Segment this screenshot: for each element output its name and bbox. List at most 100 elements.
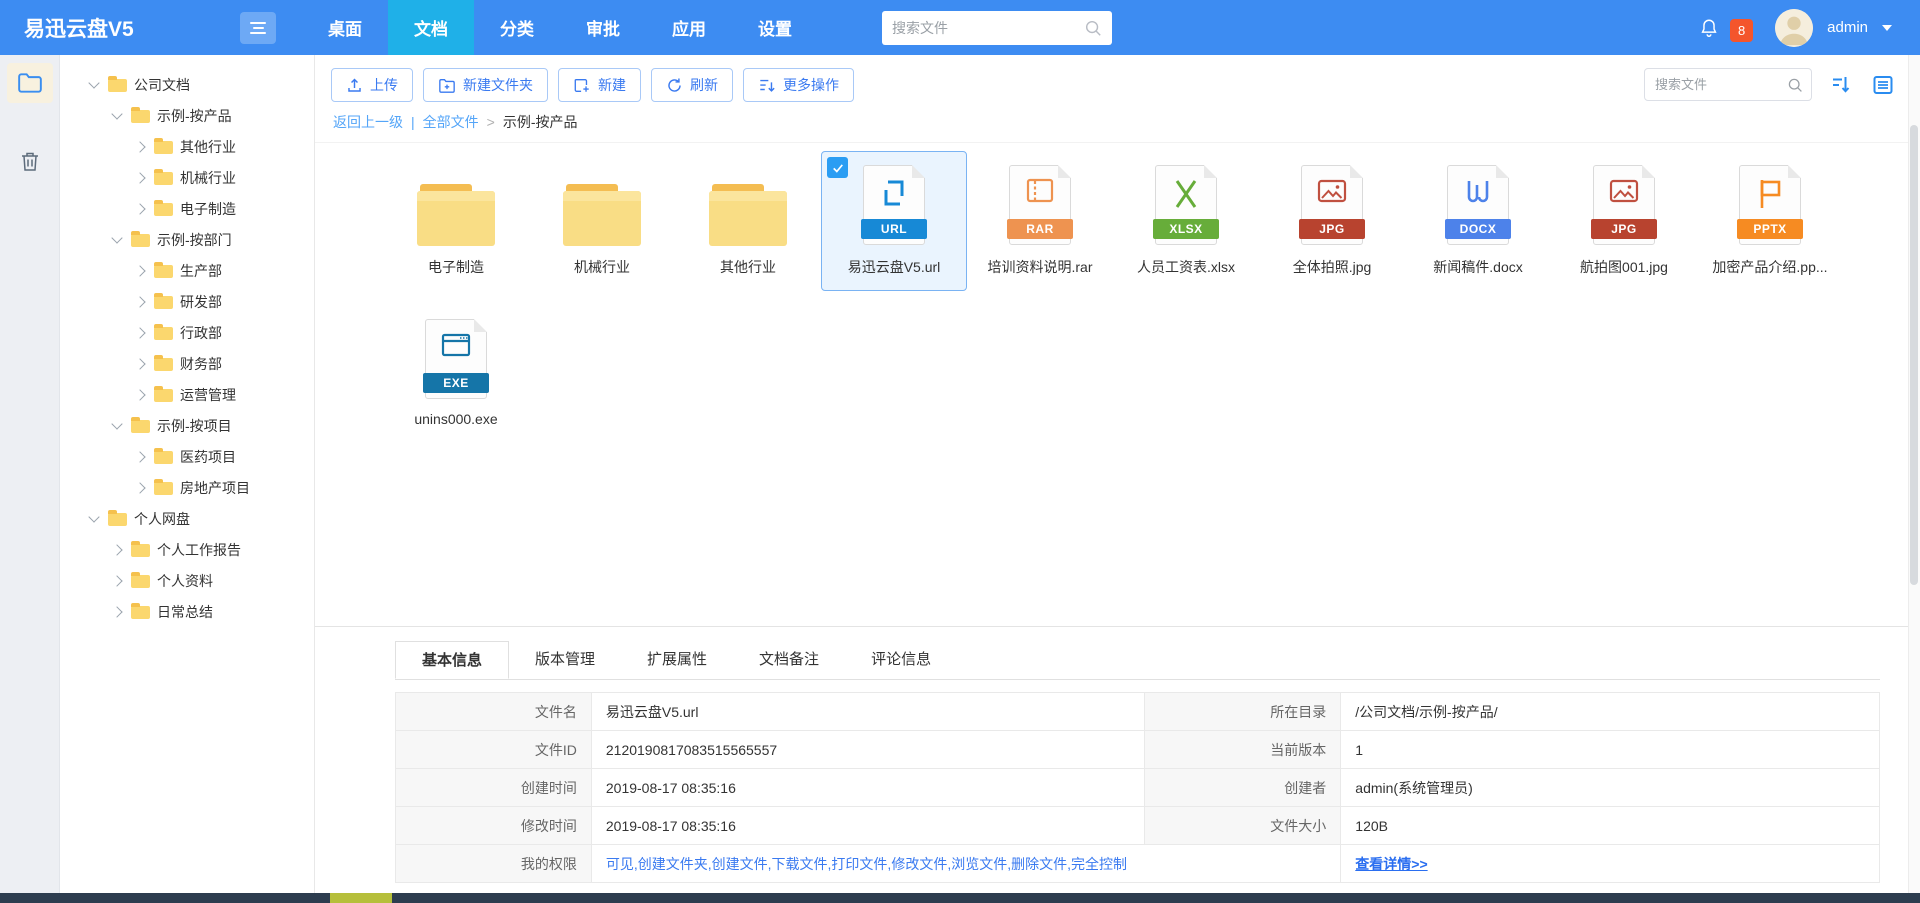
menu-toggle-button[interactable]: [240, 12, 276, 44]
chevron-right-icon[interactable]: [134, 203, 145, 214]
chevron-right-icon[interactable]: [111, 575, 122, 586]
tree-item[interactable]: 公司文档: [60, 69, 314, 100]
file-item-folder[interactable]: 电子制造: [383, 151, 529, 291]
tree-item[interactable]: 日常总结: [60, 596, 314, 627]
rail-documents-item[interactable]: [7, 63, 53, 103]
more-actions-button[interactable]: 更多操作: [743, 68, 854, 102]
chevron-down-icon[interactable]: [111, 418, 122, 429]
file-item[interactable]: JPG 全体拍照.jpg: [1259, 151, 1405, 291]
file-item-folder[interactable]: 机械行业: [529, 151, 675, 291]
file-item[interactable]: EXE unins000.exe: [383, 305, 529, 445]
tree-item[interactable]: 个人资料: [60, 565, 314, 596]
refresh-button[interactable]: 刷新: [651, 68, 733, 102]
chevron-right-icon[interactable]: [134, 358, 145, 369]
image-symbol: [1314, 176, 1350, 206]
chevron-right-icon[interactable]: [134, 482, 145, 493]
file-item[interactable]: XLSX 人员工资表.xlsx: [1113, 151, 1259, 291]
tree-item[interactable]: 个人工作报告: [60, 534, 314, 565]
tree-item[interactable]: 示例-按产品: [60, 100, 314, 131]
folder-icon: [154, 451, 173, 464]
tab-version-management[interactable]: 版本管理: [509, 641, 621, 679]
detail-tabs: 基本信息 版本管理 扩展属性 文档备注 评论信息: [395, 641, 1880, 680]
search-icon[interactable]: [1787, 77, 1803, 93]
bell-icon: [1698, 17, 1720, 39]
nav-settings[interactable]: 设置: [732, 0, 818, 55]
chevron-right-icon[interactable]: [134, 327, 145, 338]
file-item-folder[interactable]: 其他行业: [675, 151, 821, 291]
file-item-selected[interactable]: URL 易迅云盘V5.url: [821, 151, 967, 291]
nav-desktop[interactable]: 桌面: [302, 0, 388, 55]
trash-icon: [19, 150, 41, 173]
tree-item[interactable]: 房地产项目: [60, 472, 314, 503]
field-label: 所在目录: [1145, 693, 1341, 731]
nav-documents[interactable]: 文档: [388, 0, 474, 55]
tree-item[interactable]: 其他行业: [60, 131, 314, 162]
chevron-right-icon[interactable]: [111, 606, 122, 617]
chevron-right-icon[interactable]: [134, 172, 145, 183]
tree-item[interactable]: 财务部: [60, 348, 314, 379]
tree-item[interactable]: 生产部: [60, 255, 314, 286]
notifications-button[interactable]: [1696, 15, 1722, 41]
nav-approval[interactable]: 审批: [560, 0, 646, 55]
file-grid: 电子制造 机械行业 其他行业: [315, 143, 1920, 459]
tree-item[interactable]: 示例-按项目: [60, 410, 314, 441]
chevron-right-icon[interactable]: [134, 389, 145, 400]
detail-panel: 基本信息 版本管理 扩展属性 文档备注 评论信息 文件名 易迅云盘V5.url …: [315, 626, 1920, 893]
tree-item[interactable]: 行政部: [60, 317, 314, 348]
new-folder-button[interactable]: 新建文件夹: [423, 68, 548, 102]
file-item[interactable]: JPG 航拍图001.jpg: [1551, 151, 1697, 291]
nav-categories[interactable]: 分类: [474, 0, 560, 55]
left-rail: [0, 55, 60, 893]
username-dropdown[interactable]: admin: [1827, 19, 1868, 36]
sort-toggle-button[interactable]: [1828, 72, 1854, 98]
folder-icon: [154, 265, 173, 278]
tree-item[interactable]: 机械行业: [60, 162, 314, 193]
tab-basic-info[interactable]: 基本信息: [395, 641, 509, 679]
exe-file-icon: EXE: [425, 319, 487, 399]
rail-recycle-item[interactable]: [7, 141, 53, 181]
tree-item[interactable]: 研发部: [60, 286, 314, 317]
file-item[interactable]: DOCX 新闻稿件.docx: [1405, 151, 1551, 291]
upload-button[interactable]: 上传: [331, 68, 413, 102]
view-details-link[interactable]: 查看详情>>: [1355, 856, 1427, 872]
breadcrumb-back-link[interactable]: 返回上一级: [333, 112, 403, 132]
list-view-button[interactable]: [1870, 72, 1896, 98]
flag-symbol: [1754, 176, 1786, 212]
file-search-input[interactable]: [1655, 77, 1787, 92]
tab-document-notes[interactable]: 文档备注: [733, 641, 845, 679]
avatar[interactable]: [1775, 9, 1813, 47]
scrollbar-thumb[interactable]: [1910, 125, 1918, 585]
field-value: admin(系统管理员): [1341, 769, 1880, 807]
checkbox-checked[interactable]: [827, 157, 848, 178]
app-header: 易迅云盘V5 桌面 文档 分类 审批 应用 设置 8: [0, 0, 1920, 55]
scrollbar-track[interactable]: [1908, 55, 1920, 893]
tree-item[interactable]: 运营管理: [60, 379, 314, 410]
refresh-icon: [666, 77, 683, 94]
new-button[interactable]: 新建: [558, 68, 641, 102]
breadcrumb-root-link[interactable]: 全部文件: [423, 112, 479, 132]
chevron-down-icon[interactable]: [111, 232, 122, 243]
chevron-right-icon[interactable]: [134, 265, 145, 276]
chevron-down-icon[interactable]: [111, 108, 122, 119]
file-item[interactable]: RAR 培训资料说明.rar: [967, 151, 1113, 291]
tab-comments[interactable]: 评论信息: [845, 641, 957, 679]
chevron-down-icon[interactable]: [88, 511, 99, 522]
chevron-right-icon[interactable]: [134, 141, 145, 152]
field-label: 创建者: [1145, 769, 1341, 807]
tab-extended-attributes[interactable]: 扩展属性: [621, 641, 733, 679]
chevron-right-icon[interactable]: [111, 544, 122, 555]
search-icon[interactable]: [1084, 19, 1102, 37]
tree-item[interactable]: 医药项目: [60, 441, 314, 472]
chevron-down-icon[interactable]: [88, 77, 99, 88]
header-search-input[interactable]: [892, 20, 1084, 36]
file-area: 电子制造 机械行业 其他行业: [315, 143, 1920, 626]
tree-item[interactable]: 个人网盘: [60, 503, 314, 534]
nav-apps[interactable]: 应用: [646, 0, 732, 55]
chevron-right-icon[interactable]: [134, 296, 145, 307]
file-item[interactable]: PPTX 加密产品介绍.pp...: [1697, 151, 1843, 291]
tree-item[interactable]: 电子制造: [60, 193, 314, 224]
field-value: 1: [1341, 731, 1880, 769]
chevron-right-icon[interactable]: [134, 451, 145, 462]
folder-icon: [154, 141, 173, 154]
tree-item[interactable]: 示例-按部门: [60, 224, 314, 255]
